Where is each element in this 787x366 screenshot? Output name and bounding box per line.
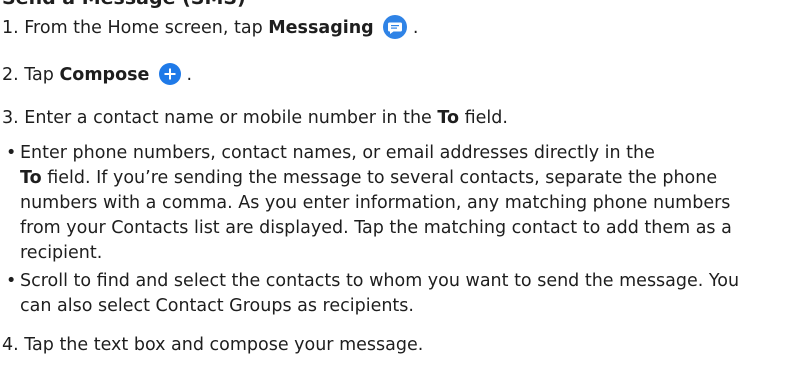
step-3: 3. Enter a contact name or mobile number… (2, 108, 508, 128)
step-1: 1. From the Home screen, tap Messaging . (2, 15, 418, 39)
bullet-item-2: • Scroll to find and select the contacts… (6, 269, 776, 319)
compose-plus-icon (158, 63, 181, 85)
compose-label: Compose (59, 65, 150, 85)
step-1-text: 1. From the Home screen, tap (2, 18, 269, 38)
bullet-2-body: Scroll to find and select the contacts t… (20, 271, 740, 316)
step-2-suffix: . (180, 65, 193, 85)
step-4-text: 4. Tap the text box and compose your mes… (2, 335, 424, 355)
step-3-suffix: field. (459, 108, 508, 128)
bullet-1-suffix: field. If you’re sending the message to … (20, 168, 732, 263)
bullet-1-body: Enter phone numbers, contact names, or e… (20, 141, 776, 266)
step-1-suffix: . (407, 18, 419, 38)
messaging-label: Messaging (268, 18, 374, 38)
instruction-document: Send a Message (SMS) 1. From the Home sc… (0, 0, 787, 366)
bullet-item-1: • Enter phone numbers, contact names, or… (6, 141, 776, 266)
to-field-label: To (437, 108, 460, 128)
step-3-text: 3. Enter a contact name or mobile number… (2, 108, 438, 128)
bullet-1-prefix: Enter phone numbers, contact names, or e… (20, 143, 655, 163)
step-2: 2. Tap Compose . (2, 63, 192, 85)
section-heading: Send a Message (SMS) (2, 0, 246, 9)
step-4: 4. Tap the text box and compose your mes… (2, 335, 423, 355)
step-2-text: 2. Tap (2, 65, 60, 85)
messaging-bubble-icon (383, 15, 408, 39)
bullet-marker: • (6, 143, 17, 163)
to-field-bold: To (20, 168, 42, 188)
bullet-marker: • (6, 271, 17, 291)
